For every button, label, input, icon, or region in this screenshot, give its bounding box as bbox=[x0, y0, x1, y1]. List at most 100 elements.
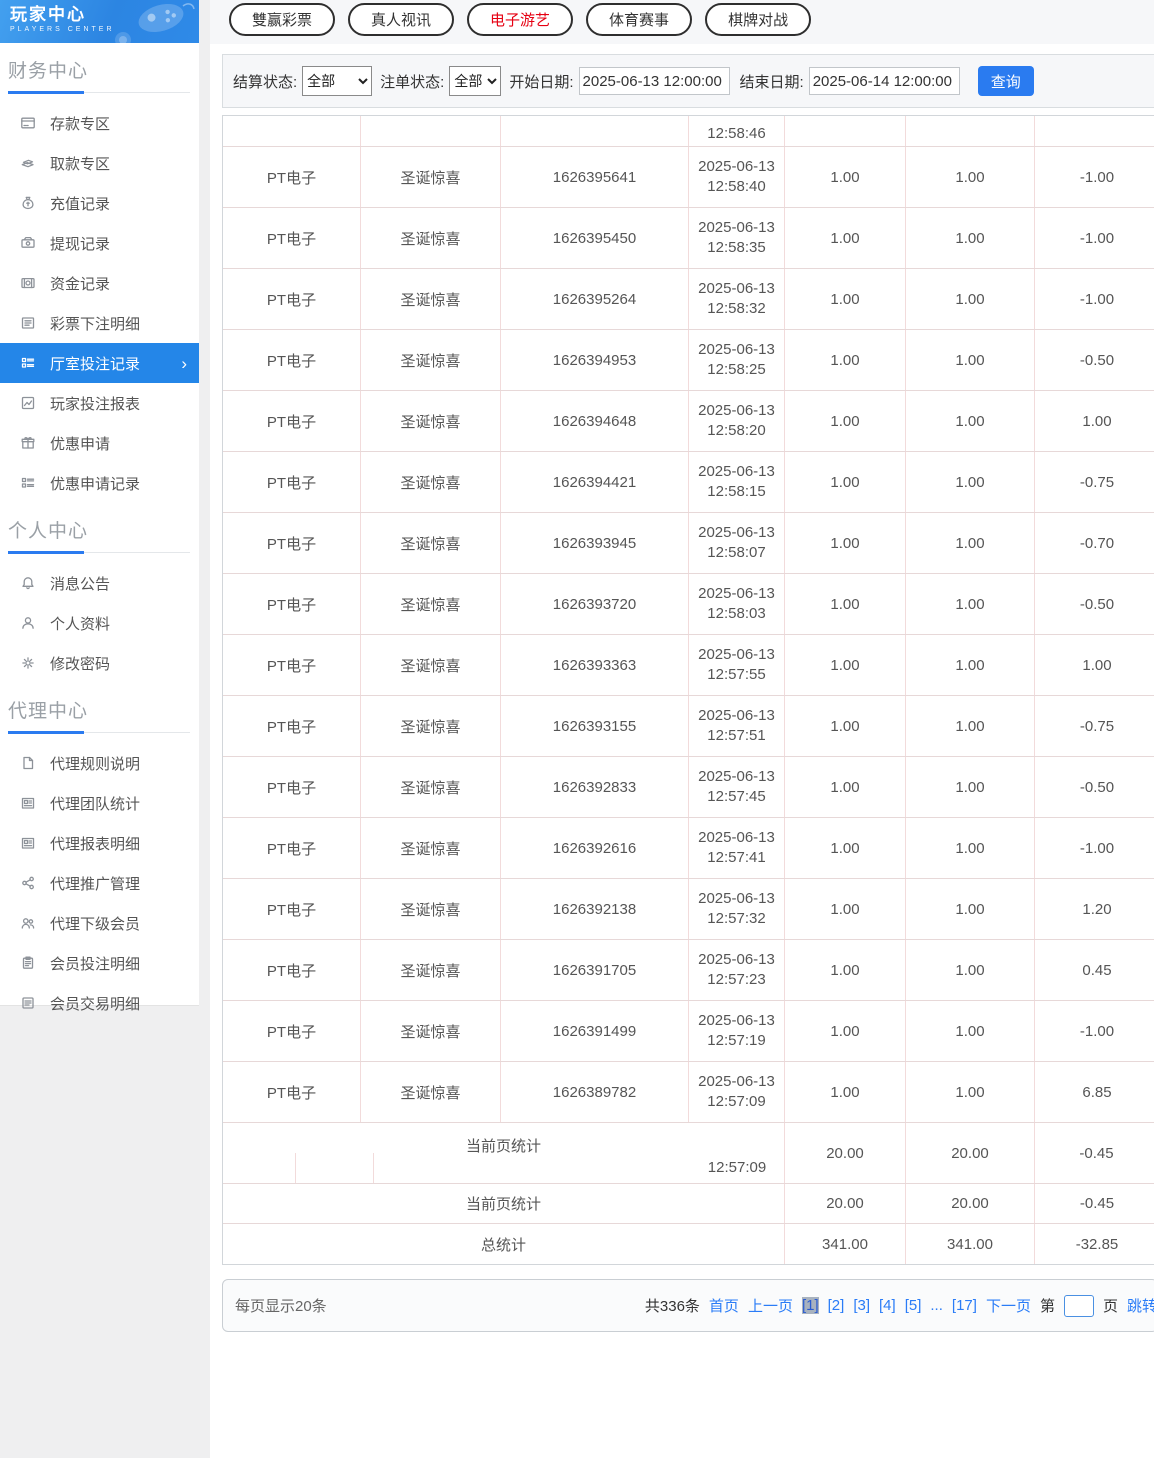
bet-amount-cell: 1.00 bbox=[785, 147, 906, 207]
sidebar-item-label: 代理团队统计 bbox=[50, 795, 141, 813]
game-category-tabs: 雙赢彩票 真人视讯 电子游艺 体育赛事 棋牌对战 bbox=[210, 0, 1154, 44]
jump-prefix-label: 第 bbox=[1039, 1298, 1055, 1315]
sidebar-item-代理下级会员[interactable]: 代理下级会员 bbox=[0, 903, 199, 943]
page-link-4[interactable]: [4] bbox=[879, 1297, 896, 1314]
valid-amount-cell: 1.00 bbox=[906, 452, 1035, 512]
sidebar-item-提现记录[interactable]: 提现记录 bbox=[0, 223, 199, 263]
order-status-select[interactable]: 全部 bbox=[449, 66, 502, 96]
gear-icon bbox=[20, 655, 36, 671]
bet-records-table: 12:58:46 PT电子 圣诞惊喜 1626395641 2025-06-13 12:5… bbox=[222, 115, 1154, 1265]
page-link-1[interactable]: [1] bbox=[801, 1297, 819, 1314]
sidebar-item-代理规则说明[interactable]: 代理规则说明 bbox=[0, 743, 199, 783]
bet-amount-cell: 1.00 bbox=[785, 635, 906, 695]
card-icon bbox=[20, 115, 36, 131]
sidebar-item-彩票下注明细[interactable]: 彩票下注明细 bbox=[0, 303, 199, 343]
winloss-cell: -1.00 bbox=[1079, 229, 1115, 247]
order-no-cell: 1626394421 bbox=[501, 452, 689, 512]
page-link-3[interactable]: [3] bbox=[853, 1297, 870, 1314]
sidebar-item-label: 存款专区 bbox=[50, 115, 111, 133]
valid-amount-cell: 1.00 bbox=[906, 1001, 1035, 1061]
tab-电子游艺[interactable]: 电子游艺 bbox=[467, 3, 574, 36]
query-button[interactable]: 查询 bbox=[977, 66, 1034, 96]
datetime-cell: 2025-06-13 12:58:15 bbox=[689, 452, 785, 512]
page-link-17[interactable]: [17] bbox=[952, 1297, 977, 1314]
page-link-5[interactable]: [5] bbox=[905, 1297, 922, 1314]
table-row: PT电子 圣诞惊喜 1626393720 2025-06-13 12:58:03 1.00… bbox=[223, 574, 1154, 635]
bet-amount-cell: 1.00 bbox=[785, 452, 906, 512]
vendor-cell: PT电子 bbox=[223, 574, 361, 634]
table-row: PT电子 圣诞惊喜 1626392616 2025-06-13 12:57:41 1.00… bbox=[223, 818, 1154, 879]
page-link-首页[interactable]: 首页 bbox=[709, 1295, 739, 1316]
bet-amount-cell: 1.00 bbox=[785, 818, 906, 878]
sidebar-section: 财务中心 存款专区 取款专区 充值记录 提现记录 资金记录 彩票下注明细 厅室投注记录 › 玩家投… bbox=[0, 56, 199, 503]
winloss-cell: -0.75 bbox=[1079, 717, 1115, 735]
table-row: PT电子 圣诞惊喜 1626393945 2025-06-13 12:58:07 1.00… bbox=[223, 513, 1154, 574]
winloss-cell: -1.00 bbox=[1079, 290, 1115, 308]
page-link-下一页[interactable]: 下一页 bbox=[986, 1295, 1031, 1316]
winloss-cell: 0.45 bbox=[1082, 961, 1112, 979]
bell-icon bbox=[20, 575, 36, 591]
sidebar-item-厅室投注记录[interactable]: 厅室投注记录 › bbox=[0, 343, 199, 383]
summary-label-cell: 当前页统计 bbox=[223, 1184, 785, 1223]
gift-icon bbox=[20, 435, 36, 451]
datetime-cell: 2025-06-13 12:57:19 bbox=[689, 1001, 785, 1061]
winloss-cell bbox=[1035, 116, 1154, 146]
sidebar-section: 个人中心 消息公告 个人资料 修改密码 bbox=[0, 516, 199, 683]
valid-amount-cell: 1.00 bbox=[906, 269, 1035, 329]
jump-go-link[interactable]: 跳转 bbox=[1127, 1295, 1154, 1316]
settle-status-label: 结算状态: bbox=[233, 73, 298, 91]
sidebar-item-代理团队统计[interactable]: 代理团队统计 bbox=[0, 783, 199, 823]
valid-amount-cell bbox=[906, 116, 1035, 146]
sidebar-item-存款专区[interactable]: 存款专区 bbox=[0, 103, 199, 143]
sidebar-item-修改密码[interactable]: 修改密码 bbox=[0, 643, 199, 683]
sidebar-item-会员交易明细[interactable]: 会员交易明细 bbox=[0, 983, 199, 1023]
doc-icon bbox=[20, 755, 36, 771]
sidebar-item-代理报表明细[interactable]: 代理报表明细 bbox=[0, 823, 199, 863]
section-underline bbox=[8, 91, 190, 94]
end-date-input[interactable] bbox=[808, 67, 960, 95]
sidebar-item-个人资料[interactable]: 个人资料 bbox=[0, 603, 199, 643]
sidebar-item-代理推广管理[interactable]: 代理推广管理 bbox=[0, 863, 199, 903]
vendor-cell: PT电子 bbox=[223, 635, 361, 695]
sidebar-item-消息公告[interactable]: 消息公告 bbox=[0, 563, 199, 603]
table-row: PT电子 圣诞惊喜 1626395450 2025-06-13 12:58:35 1.00… bbox=[223, 208, 1154, 269]
tab-雙赢彩票[interactable]: 雙赢彩票 bbox=[229, 3, 336, 36]
game-cell: 圣诞惊喜 bbox=[361, 513, 501, 573]
tab-体育赛事[interactable]: 体育赛事 bbox=[586, 3, 693, 36]
page-link-2[interactable]: [2] bbox=[828, 1297, 845, 1314]
sidebar-item-优惠申请记录[interactable]: 优惠申请记录 bbox=[0, 463, 199, 503]
total-count: 共336条 bbox=[644, 1298, 700, 1315]
page-summary-row-glitch: 当前页统计 20.00 20.00 -0.45 12:57:09 bbox=[223, 1123, 1154, 1184]
jump-page-input[interactable] bbox=[1063, 1294, 1094, 1317]
sidebar-item-label: 充值记录 bbox=[50, 195, 111, 213]
sidebar-item-资金记录[interactable]: 资金记录 bbox=[0, 263, 199, 303]
game-cell: 圣诞惊喜 bbox=[361, 452, 501, 512]
tab-棋牌对战[interactable]: 棋牌对战 bbox=[705, 3, 812, 36]
sidebar-item-充值记录[interactable]: 充值记录 bbox=[0, 183, 199, 223]
table-row: PT电子 圣诞惊喜 1626394953 2025-06-13 12:58:25 1.00… bbox=[223, 330, 1154, 391]
users-icon bbox=[20, 915, 36, 931]
settle-status-select[interactable]: 全部 bbox=[302, 66, 373, 96]
sidebar-item-取款专区[interactable]: 取款专区 bbox=[0, 143, 199, 183]
page-link-...[interactable]: ... bbox=[930, 1297, 943, 1314]
datetime-cell: 2025-06-13 12:58:32 bbox=[689, 269, 785, 329]
sidebar-item-label: 彩票下注明细 bbox=[50, 315, 141, 333]
valid-amount-cell: 1.00 bbox=[906, 1062, 1035, 1122]
main-content: 雙赢彩票 真人视讯 电子游艺 体育赛事 棋牌对战 结算状态: 全部 注单状态: 全部 开… bbox=[210, 0, 1154, 1458]
sidebar-item-优惠申请[interactable]: 优惠申请 bbox=[0, 423, 199, 463]
order-no-cell: 1626391499 bbox=[501, 1001, 689, 1061]
datetime-cell: 2025-06-13 12:57:32 bbox=[689, 879, 785, 939]
tab-真人视讯[interactable]: 真人视讯 bbox=[348, 3, 455, 36]
sidebar-item-会员投注明细[interactable]: 会员投注明细 bbox=[0, 943, 199, 983]
valid-amount-cell: 1.00 bbox=[906, 147, 1035, 207]
sidebar-item-玩家投注报表[interactable]: 玩家投注报表 bbox=[0, 383, 199, 423]
game-cell: 圣诞惊喜 bbox=[361, 269, 501, 329]
time-cell: 12:58:46 bbox=[689, 116, 785, 146]
start-date-input[interactable] bbox=[578, 67, 730, 95]
page-link-上一页[interactable]: 上一页 bbox=[748, 1295, 793, 1316]
bet-amount-cell: 1.00 bbox=[785, 1062, 906, 1122]
end-date-label: 结束日期: bbox=[739, 73, 804, 91]
game-cell: 圣诞惊喜 bbox=[361, 1062, 501, 1122]
datetime-cell: 2025-06-13 12:57:51 bbox=[689, 696, 785, 756]
bet-amount-cell: 1.00 bbox=[785, 391, 906, 451]
